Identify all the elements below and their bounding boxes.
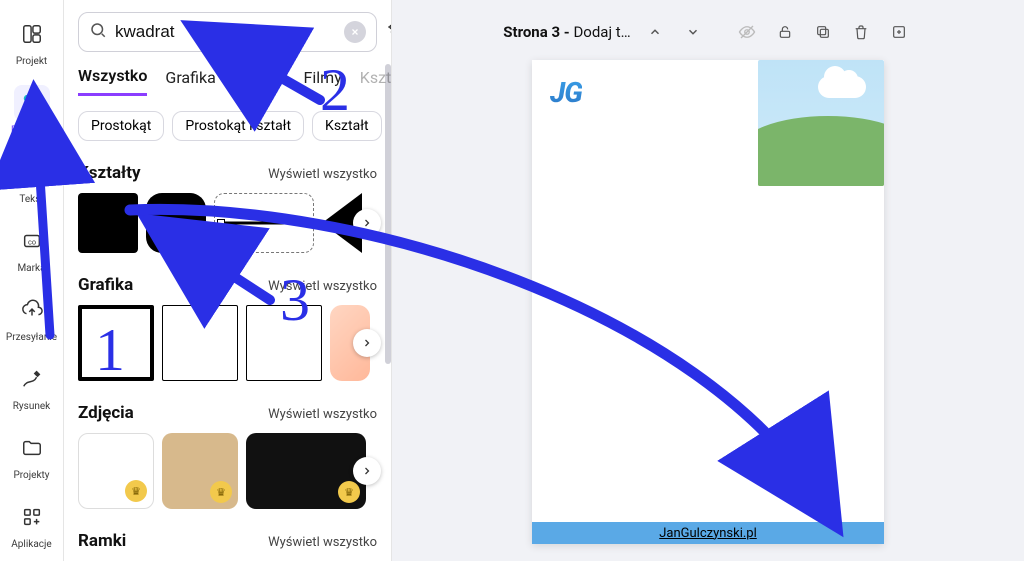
filter-button[interactable]	[385, 18, 392, 46]
section-ksztalty: Kształty Wyświetl wszystko	[78, 163, 377, 253]
delete-icon[interactable]	[847, 18, 875, 46]
cloud-icon	[818, 76, 866, 98]
see-all-link[interactable]: Wyświetl wszystko	[268, 279, 377, 294]
rail-label: Przesyłanie	[6, 332, 57, 343]
search-box[interactable]	[78, 12, 377, 52]
visibility-icon[interactable]	[733, 18, 761, 46]
see-all-link[interactable]: Wyświetl wszystko	[268, 407, 377, 422]
photo-thumb-1[interactable]: ♛	[78, 433, 154, 509]
add-page-icon[interactable]	[885, 18, 913, 46]
section-title: Zdjęcia	[78, 403, 134, 423]
premium-badge-icon: ♛	[125, 480, 147, 502]
graphic-thin-square[interactable]	[162, 305, 238, 381]
tab-filmy[interactable]: Filmy	[304, 68, 342, 95]
shape-square[interactable]	[78, 193, 138, 253]
clear-search-button[interactable]	[344, 21, 366, 43]
graphic-outline-square[interactable]	[78, 305, 154, 381]
rail-item-przesylanie[interactable]: Przesyłanie	[4, 286, 60, 349]
section-title: Kształty	[78, 163, 141, 183]
chip-prostokat[interactable]: Prostokąt	[78, 111, 164, 141]
rail-item-marka[interactable]: co Marka	[4, 217, 60, 280]
premium-badge-icon: ♛	[338, 481, 360, 503]
section-zdjecia: Zdjęcia Wyświetl wszystko ♛ ♛ ♛	[78, 403, 377, 509]
rail-item-aplikacje[interactable]: Aplikacje	[4, 493, 60, 556]
duplicate-icon[interactable]	[809, 18, 837, 46]
folder-icon	[14, 430, 50, 466]
footer-link[interactable]: JanGulczynski.pl	[532, 522, 884, 544]
page-prev-button[interactable]	[641, 18, 669, 46]
search-input[interactable]	[115, 22, 336, 42]
photo-thumb-3[interactable]: ♛	[246, 433, 366, 509]
canvas-area: Strona 3 - Dodaj t… JG JanGulczynski.pl	[392, 0, 1024, 561]
graphic-thin-square-2[interactable]	[246, 305, 322, 381]
see-all-link[interactable]: Wyświetl wszystko	[268, 535, 377, 550]
rail-label: Aplikacje	[11, 539, 51, 550]
rail-item-projekty[interactable]: Projekty	[4, 424, 60, 487]
shapes-icon	[14, 85, 50, 121]
rail-label: Elementy	[11, 125, 52, 136]
left-rail: Projekt Elementy Tekst co Marka Przesyła…	[0, 0, 64, 561]
shape-line[interactable]	[214, 193, 314, 253]
page-toolbar: Strona 3 - Dodaj t…	[485, 6, 930, 58]
page-next-button[interactable]	[679, 18, 707, 46]
rail-label: Tekst	[19, 194, 43, 205]
svg-text:co: co	[27, 238, 35, 247]
rail-item-tekst[interactable]: Tekst	[4, 148, 60, 211]
see-all-link[interactable]: Wyświetl wszystko	[268, 167, 377, 182]
landscape-image[interactable]	[758, 60, 884, 186]
brand-icon: co	[14, 223, 50, 259]
hill-shape	[758, 116, 884, 186]
layout-icon	[14, 16, 50, 52]
section-ramki: Ramki Wyświetl wszystko	[78, 531, 377, 561]
logo-text[interactable]: JG	[550, 76, 582, 109]
text-icon	[14, 154, 50, 190]
page-title[interactable]: Strona 3 - Dodaj t…	[503, 23, 630, 41]
rail-label: Marka	[17, 263, 45, 274]
row-scroll-right[interactable]	[353, 209, 381, 237]
rail-label: Rysunek	[13, 401, 50, 412]
search-icon	[89, 21, 107, 43]
draw-icon	[14, 361, 50, 397]
section-grafika: Grafika Wyświetl wszystko	[78, 275, 377, 381]
section-title: Ramki	[78, 531, 126, 551]
tab-zdjecia[interactable]: Zdjęcia	[234, 68, 286, 95]
chip-prostokat-ksztalt[interactable]: Prostokąt kształt	[172, 111, 304, 141]
scrollbar[interactable]	[385, 64, 391, 364]
apps-icon	[14, 499, 50, 535]
category-tabs: Wszystko Grafika Zdjęcia Filmy Kształty	[78, 66, 377, 97]
rail-item-elementy[interactable]: Elementy	[4, 79, 60, 142]
upload-icon	[14, 292, 50, 328]
rail-label: Projekty	[13, 470, 49, 481]
page-subtitle: Dodaj t…	[573, 23, 630, 41]
rail-label: Projekt	[16, 56, 47, 67]
elements-panel: Wszystko Grafika Zdjęcia Filmy Kształty …	[64, 0, 392, 561]
shape-rounded-square[interactable]	[146, 193, 206, 253]
section-title: Grafika	[78, 275, 133, 295]
rail-item-projekt[interactable]: Projekt	[4, 10, 60, 73]
canvas-page[interactable]: JG JanGulczynski.pl	[532, 60, 884, 544]
tab-ksztalty[interactable]: Kształty	[360, 68, 392, 95]
photo-thumb-2[interactable]: ♛	[162, 433, 238, 509]
lock-icon[interactable]	[771, 18, 799, 46]
tab-wszystko[interactable]: Wszystko	[78, 66, 147, 96]
premium-badge-icon: ♛	[210, 481, 232, 503]
page-number: Strona 3 -	[503, 23, 573, 41]
rail-item-rysunek[interactable]: Rysunek	[4, 355, 60, 418]
row-scroll-right[interactable]	[353, 457, 381, 485]
tab-grafika[interactable]: Grafika	[165, 68, 215, 95]
suggestion-chips: Prostokąt Prostokąt kształt Kształt	[78, 111, 377, 141]
chip-ksztalt[interactable]: Kształt	[312, 111, 382, 141]
row-scroll-right[interactable]	[353, 329, 381, 357]
